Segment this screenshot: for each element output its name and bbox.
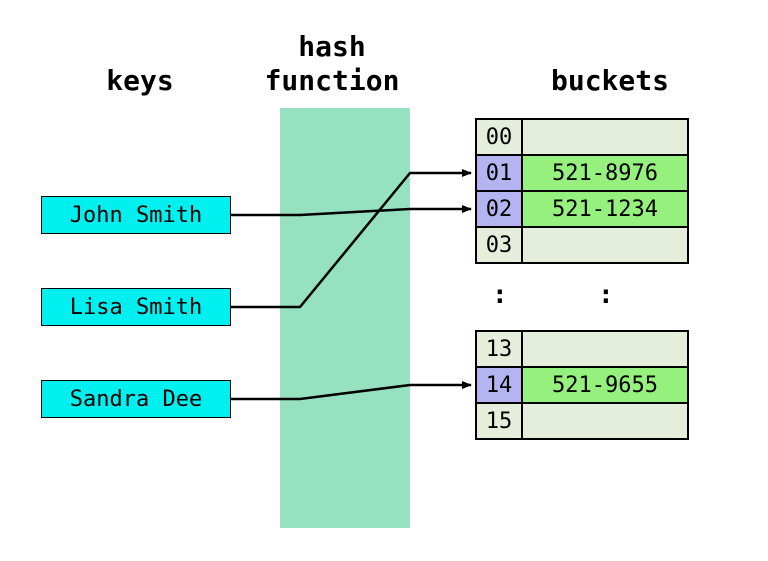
bucket-index: 14 <box>475 366 523 404</box>
key-item: Sandra Dee <box>41 380 231 418</box>
bucket-index: 13 <box>475 330 523 368</box>
bucket-index: 01 <box>475 154 523 192</box>
bucket-value: 521-8976 <box>521 154 689 192</box>
heading-hash-line1: hash <box>242 30 422 63</box>
bucket-value <box>521 402 689 440</box>
key-item: John Smith <box>41 196 231 234</box>
hash-function-box <box>280 108 410 528</box>
bucket-index: 15 <box>475 402 523 440</box>
heading-buckets: buckets <box>520 64 700 97</box>
bucket-index: 03 <box>475 226 523 264</box>
bucket-value: 521-1234 <box>521 190 689 228</box>
bucket-ellipsis: : <box>492 280 508 310</box>
bucket-ellipsis: : <box>598 280 614 310</box>
heading-keys: keys <box>80 64 200 97</box>
bucket-value: 521-9655 <box>521 366 689 404</box>
bucket-value <box>521 330 689 368</box>
heading-hash-line2: function <box>242 64 422 97</box>
bucket-index: 02 <box>475 190 523 228</box>
bucket-value <box>521 118 689 156</box>
key-item: Lisa Smith <box>41 288 231 326</box>
bucket-value <box>521 226 689 264</box>
bucket-index: 00 <box>475 118 523 156</box>
hash-table-diagram: keys hash function buckets John Smith Li… <box>0 0 768 561</box>
